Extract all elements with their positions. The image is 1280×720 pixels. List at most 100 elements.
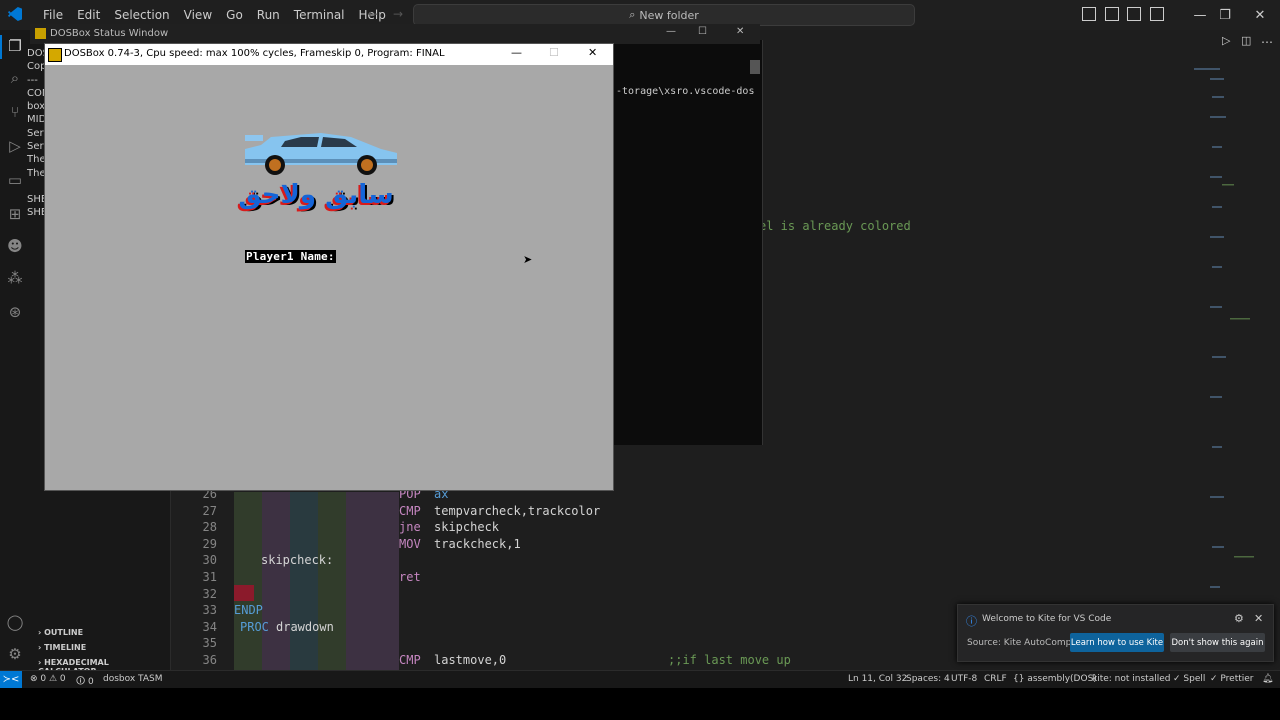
dos-terminal[interactable]: -torage\xsro.vscode-dos (612, 40, 763, 445)
more-actions-icon[interactable]: … (1261, 32, 1273, 46)
status-minimize-button[interactable]: — (666, 26, 676, 37)
task-label[interactable]: dosbox TASM (103, 674, 162, 684)
code-line: 30 skipcheck: (171, 552, 1171, 569)
dosbox-window[interactable]: DOSBox 0.74-3, Cpu speed: max 100% cycle… (44, 43, 614, 491)
cursor-position[interactable]: Ln 11, Col 32 (848, 674, 907, 684)
toggle-secondary-sidebar-icon[interactable] (1127, 7, 1141, 21)
status-close-button[interactable]: ✕ (736, 26, 744, 37)
toggle-panel-icon[interactable] (1105, 7, 1119, 21)
line-number: 34 (202, 619, 217, 634)
code-line: 31 ret (171, 569, 1171, 586)
line-number: 27 (202, 503, 217, 518)
code-operand: trackcheck,1 (434, 536, 521, 551)
menu-go[interactable]: Go (219, 8, 250, 22)
explorer-icon[interactable]: ❐ (5, 36, 25, 56)
status-bar: ≻< ⊗ 0 ⚠ 0 🛈 0 dosbox TASM Ln 11, Col 32… (0, 670, 1280, 688)
chevron-right-icon: › (38, 628, 42, 637)
status-maximize-button[interactable]: ☐ (698, 26, 707, 37)
code-operand: skipcheck (434, 520, 500, 535)
car-sprite (245, 133, 397, 175)
alien-icon[interactable]: ☻ (5, 236, 25, 256)
line-number: 36 (202, 653, 217, 667)
code-operand: skipcheck: (261, 553, 334, 568)
code-instruction: MOV (399, 536, 421, 551)
account-icon[interactable]: ◯ (5, 612, 25, 632)
line-ending[interactable]: CRLF (984, 674, 1007, 684)
encoding[interactable]: UTF-8 (951, 674, 977, 684)
dosbox-title: DOSBox 0.74-3, Cpu speed: max 100% cycle… (64, 48, 445, 59)
language-mode[interactable]: {} assembly(DOS) (1013, 674, 1097, 684)
activity-bar: ❐ ⌕ ⑂ ▷ ▭ ⊞ ☻ ⁂ ⊛ ◯ ⚙ (0, 30, 30, 670)
dosbox-status-icon (35, 28, 46, 39)
line-number: 30 (202, 553, 217, 568)
dosbox-titlebar[interactable]: DOSBox 0.74-3, Cpu speed: max 100% cycle… (45, 44, 613, 65)
gitlens-icon[interactable]: ⊛ (5, 302, 25, 322)
terminal-scrollbar[interactable] (750, 60, 760, 74)
code-operand: lastmove,0 (434, 653, 507, 667)
toggle-sidebar-icon[interactable] (1082, 7, 1096, 21)
remote-explorer-icon[interactable]: ▭ (5, 170, 25, 190)
code-instruction: CMP (399, 653, 421, 667)
chevron-right-icon: › (38, 643, 42, 652)
code-operand: drawdown (276, 619, 334, 634)
menu-terminal[interactable]: Terminal (287, 8, 352, 22)
code-line: 27 CMP tempvarcheck,trackcolor (171, 503, 1171, 520)
timeline-panel[interactable]: › TIMELINE (38, 643, 86, 652)
search-icon[interactable]: ⌕ (5, 68, 25, 88)
remote-indicator[interactable]: ≻< (0, 671, 22, 688)
info-icon: ⓘ (966, 615, 977, 628)
menu-selection[interactable]: Selection (107, 8, 176, 22)
code-line: 28 jne skipcheck (171, 519, 1171, 536)
settings-gear-icon[interactable]: ⚙ (1234, 612, 1244, 625)
outline-panel[interactable]: › OUTLINE (38, 628, 83, 637)
dosbox-minimize-button[interactable]: — (511, 46, 522, 59)
split-editor-icon[interactable]: ◫ (1241, 34, 1251, 47)
prettier-status[interactable]: ✓ Prettier (1210, 674, 1254, 684)
code-comment: ;;if last move up (668, 653, 791, 667)
line-number: 29 (202, 536, 217, 551)
dont-show-again-button[interactable]: Don't show this again (1170, 633, 1265, 652)
active-indicator (0, 35, 2, 59)
source-control-icon[interactable]: ⑂ (5, 102, 25, 122)
timeline-panel-label: TIMELINE (44, 643, 87, 652)
dosbox-maximize-button[interactable]: ☐ (549, 46, 559, 59)
spell-status[interactable]: ✓ Spell (1173, 674, 1205, 684)
forward-arrow-icon[interactable]: → (393, 7, 403, 21)
minimap[interactable] (1190, 66, 1260, 606)
dosbox-icon (48, 48, 62, 62)
extensions-icon[interactable]: ⊞ (5, 204, 25, 224)
menu-file[interactable]: File (36, 8, 70, 22)
outline-panel-label: OUTLINE (44, 628, 84, 637)
customize-layout-icon[interactable] (1150, 7, 1164, 21)
run-icon[interactable]: ▷ (1222, 34, 1230, 47)
line-number: 35 (202, 636, 217, 651)
code-instruction: jne (399, 520, 421, 535)
back-arrow-icon[interactable]: ← (368, 7, 378, 21)
menu-view[interactable]: View (177, 8, 219, 22)
dosbox-close-button[interactable]: ✕ (588, 46, 597, 59)
problems-count[interactable]: ⊗ 0 ⚠ 0 (30, 674, 66, 684)
settings-gear-icon[interactable]: ⚙ (5, 644, 25, 664)
code-instruction: ret (399, 570, 421, 584)
chevron-right-icon: › (38, 658, 42, 667)
dosbox-status-window[interactable]: DOSBox Status Window — ☐ ✕ (30, 24, 760, 44)
terminal-path: -torage\xsro.vscode-dos (616, 86, 755, 97)
close-button[interactable]: ✕ (1240, 0, 1280, 30)
kite-notification[interactable]: ⓘ Welcome to Kite for VS Code ⚙ ✕ Source… (957, 604, 1274, 662)
menu-run[interactable]: Run (250, 8, 287, 22)
notifications-bell-icon[interactable]: 🔔︎ (1262, 674, 1273, 684)
kite-status[interactable]: kite: not installed (1092, 674, 1170, 684)
code-instruction: CMP (399, 503, 421, 518)
maximize-button[interactable]: ❐ (1205, 0, 1245, 30)
close-icon[interactable]: ✕ (1254, 612, 1263, 625)
command-center-search[interactable]: ⌕ New folder (413, 4, 915, 26)
learn-kite-button[interactable]: Learn how to use Kite (1070, 633, 1164, 652)
line-number: 31 (202, 570, 217, 584)
run-debug-icon[interactable]: ▷ (5, 136, 25, 156)
indentation[interactable]: Spaces: 4 (906, 674, 950, 684)
vscode-logo-icon[interactable] (8, 7, 22, 21)
menu-edit[interactable]: Edit (70, 8, 107, 22)
search-icon: ⌕ (629, 8, 636, 21)
kite-icon[interactable]: ⁂ (5, 268, 25, 288)
mouse-cursor-icon: ➤ (523, 253, 533, 266)
